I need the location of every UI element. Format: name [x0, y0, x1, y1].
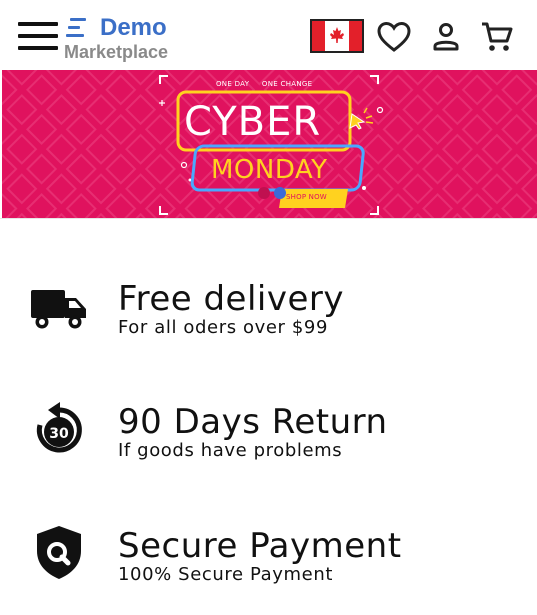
feature-title: 90 Days Return [118, 402, 388, 442]
menu-icon[interactable] [18, 22, 58, 50]
user-icon[interactable] [428, 19, 464, 55]
secure-shield-icon [30, 523, 88, 581]
feature-subtitle: If goods have problems [118, 440, 343, 461]
feature-subtitle: 100% Secure Payment [118, 564, 333, 585]
banner-slider-dots [258, 187, 288, 201]
feature-free-delivery: Free delivery For all oders over $99 [0, 270, 537, 360]
return-icon-text: 30 [49, 426, 69, 442]
banner-shop-now-button[interactable]: SHOP NOW [286, 193, 327, 201]
menu-bar [18, 46, 58, 50]
logo-mark-icon [66, 18, 92, 40]
feature-90-days-return: 30 90 Days Return If goods have problems [0, 393, 537, 483]
cart-icon[interactable] [479, 19, 515, 55]
feature-secure-payment: Secure Payment 100% Secure Payment [0, 517, 537, 607]
banner-headline-cyber: CYBER [184, 99, 322, 145]
logo-subtitle: Marketplace [64, 42, 169, 62]
feature-title: Free delivery [118, 279, 344, 319]
banner-top-text: ONE DAY ONE CHANGE [216, 80, 313, 88]
site-logo[interactable]: Demo Marketplace [64, 14, 194, 64]
feature-subtitle: For all oders over $99 [118, 317, 329, 338]
feature-title: Secure Payment [118, 526, 402, 566]
banner-headline-monday: MONDAY [211, 155, 328, 185]
section-divider [0, 218, 537, 219]
delivery-truck-icon [30, 278, 88, 336]
canada-flag-icon[interactable] [310, 19, 364, 53]
return-30-icon: 30 [30, 401, 88, 459]
menu-bar [18, 22, 58, 26]
logo-title: Demo [100, 14, 167, 41]
slider-dot-1[interactable] [258, 187, 270, 199]
site-header: Demo Marketplace [0, 0, 537, 70]
maple-leaf-icon [330, 27, 344, 43]
menu-bar [18, 34, 58, 38]
heart-icon[interactable] [376, 19, 412, 55]
slider-dot-2-active[interactable] [274, 187, 286, 199]
